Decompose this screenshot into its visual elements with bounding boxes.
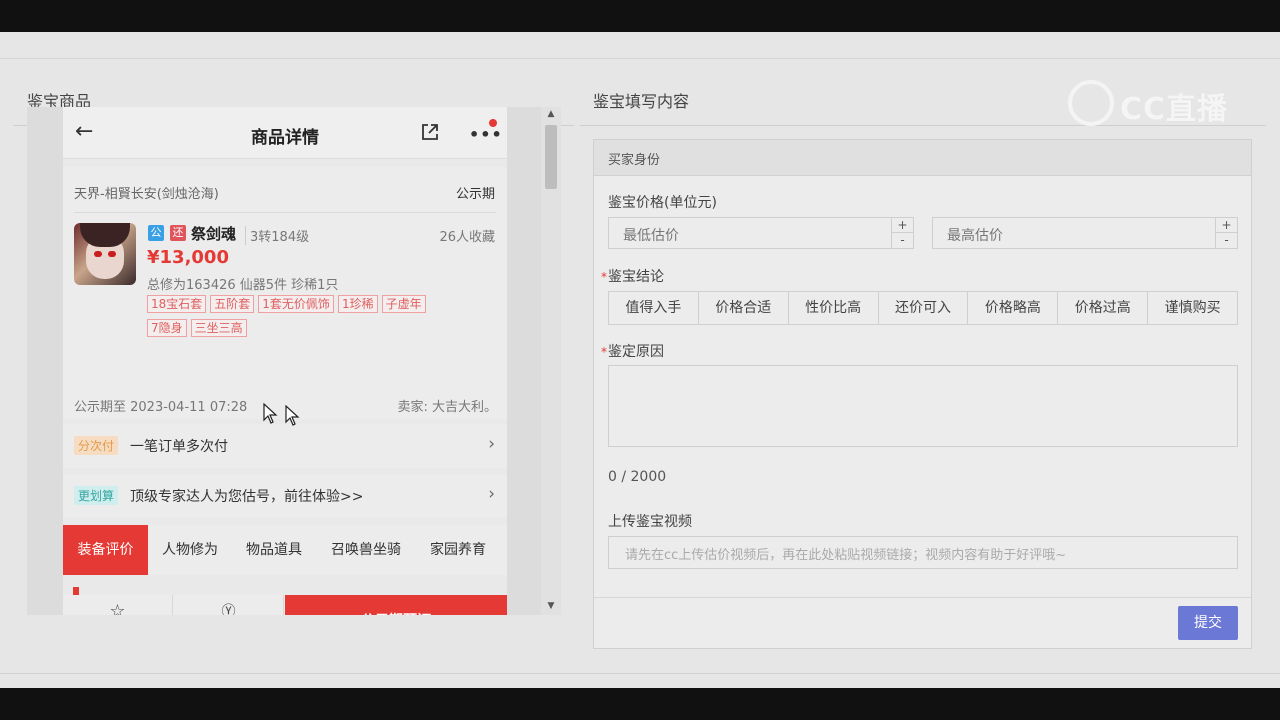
- tab-items[interactable]: 物品道具: [232, 525, 316, 575]
- increment-button[interactable]: +: [1216, 218, 1237, 233]
- bargain-button[interactable]: Ⓨ 还价: [174, 595, 284, 615]
- scroll-thumb[interactable]: [545, 125, 557, 189]
- decrement-button[interactable]: -: [892, 233, 913, 248]
- feature-tag: 三坐三高: [190, 319, 247, 337]
- video-link-input[interactable]: 请先在cc上传估价视频后，再在此处粘贴视频链接；视频内容有助于好评哦~: [608, 536, 1238, 569]
- tab-character-cultivation[interactable]: 人物修为: [148, 525, 232, 575]
- divider: [74, 212, 496, 213]
- scroll-down-icon[interactable]: ▼: [545, 601, 557, 611]
- buyer-identity-label: 买家身份: [608, 153, 661, 168]
- phone-header: ← 商品详情 •••: [63, 107, 507, 159]
- min-price-stepper: + -: [891, 218, 913, 248]
- more-icon[interactable]: •••: [469, 125, 503, 144]
- price-label: 鉴宝价格(单位元): [608, 195, 717, 211]
- divider: [0, 673, 1280, 674]
- right-section-title: 鉴宝填写内容: [593, 92, 690, 111]
- seller-name: 卖家: 大吉大利。: [397, 400, 497, 415]
- conclusion-label: *鉴宝结论: [601, 266, 664, 286]
- min-price-input[interactable]: 最低估价 + -: [608, 217, 914, 249]
- feature-tag: 7隐身: [147, 319, 187, 337]
- star-icon: ☆: [109, 601, 126, 615]
- conclusion-option-too-high[interactable]: 价格过高: [1058, 292, 1149, 324]
- deal-chip: 更划算: [74, 486, 119, 505]
- max-price-placeholder: 最高估价: [947, 228, 1003, 244]
- character-name: 祭剑魂: [191, 225, 237, 243]
- public-period-end: 公示期至 2023-04-11 07:28: [74, 400, 248, 415]
- conclusion-option-bargain-ok[interactable]: 还价可入: [879, 292, 969, 324]
- buyer-identity-header: 买家身份: [594, 140, 1251, 176]
- favorite-count: 26人收藏: [439, 230, 495, 245]
- scroll-up-icon[interactable]: ▲: [545, 109, 557, 119]
- preview-scrollbar[interactable]: ▲ ▼: [541, 107, 561, 615]
- character-counter: 0 / 2000: [608, 469, 667, 485]
- phone-screen: ← 商品详情 ••• 天界-相賢长安(剑烛沧海) 公示期 公 还 祭剑魂 3转1…: [63, 107, 507, 615]
- chevron-right-icon: ›: [488, 434, 495, 454]
- feature-tag: 18宝石套: [147, 295, 207, 313]
- top-letterbox: [0, 0, 1280, 32]
- tab-equipment-review[interactable]: 装备评价: [63, 525, 148, 575]
- cc-live-watermark: CC直播: [1068, 78, 1243, 128]
- public-badge: 公: [148, 225, 164, 241]
- installment-chip: 分次付: [74, 436, 119, 455]
- conclusion-option-good-value[interactable]: 性价比高: [789, 292, 879, 324]
- required-mark: *: [601, 270, 607, 284]
- installment-text: 一笔订单多次付: [130, 439, 228, 455]
- server-name: 天界-相賢长安(剑烛沧海): [74, 187, 219, 202]
- decrement-button[interactable]: -: [1216, 233, 1237, 248]
- divider: [594, 597, 1251, 598]
- conclusion-option-buy-cautiously[interactable]: 谨慎购买: [1148, 292, 1237, 324]
- period-status: 公示期: [455, 187, 495, 202]
- reason-label-text: 鉴定原因: [608, 344, 664, 360]
- cc-logo-icon: [1068, 80, 1114, 126]
- conclusion-option-fair-price[interactable]: 价格合适: [699, 292, 789, 324]
- watermark-text: CC直播: [1120, 92, 1229, 127]
- feature-tag: 子虚年: [381, 295, 426, 313]
- detail-tabs: 装备评价 人物修为 物品道具 召唤兽坐骑 家园养育: [63, 525, 507, 575]
- cursor-icon: [263, 403, 278, 424]
- phone-page-title: 商品详情: [251, 128, 319, 148]
- bottom-action-bar: ☆ 收藏 Ⓨ 还价 公示期预订: [63, 595, 507, 615]
- installment-row[interactable]: 分次付 一笔订单多次付 ›: [63, 424, 507, 468]
- cursor-icon: [285, 405, 300, 426]
- bottom-letterbox: [0, 688, 1280, 720]
- min-price-placeholder: 最低估价: [623, 228, 679, 244]
- conclusion-label-text: 鉴宝结论: [608, 269, 664, 285]
- feature-tags: 18宝石套 五阶套 1套无价佩饰 1珍稀 子虚年 7隐身 三坐三高: [147, 293, 497, 341]
- share-icon[interactable]: [420, 122, 440, 142]
- chevron-right-icon: ›: [488, 484, 495, 504]
- submit-button[interactable]: 提交: [1178, 606, 1238, 640]
- expert-appraisal-text: 顶级专家达人为您估号，前往体验>>: [130, 489, 364, 505]
- max-price-input[interactable]: 最高估价 + -: [932, 217, 1238, 249]
- product-card: 天界-相賢长安(剑烛沧海) 公示期 公 还 祭剑魂 3转184级 26人收藏 ¥…: [63, 167, 507, 419]
- favorite-button[interactable]: ☆ 收藏: [63, 595, 173, 615]
- conclusion-option-slightly-high[interactable]: 价格略高: [968, 292, 1059, 324]
- notification-dot: [489, 119, 497, 127]
- character-stats: 总修为163426 仙器5件 珍稀1只: [147, 278, 339, 293]
- divider: [0, 58, 1280, 59]
- feature-tag: 1珍稀: [337, 295, 378, 313]
- required-mark: *: [601, 345, 607, 359]
- character-avatar[interactable]: [74, 223, 136, 285]
- increment-button[interactable]: +: [892, 218, 913, 233]
- yuan-coin-icon: Ⓨ: [221, 604, 236, 615]
- feature-tag: 五阶套: [210, 295, 255, 313]
- video-label: 上传鉴宝视频: [608, 514, 692, 530]
- product-preview-frame: ← 商品详情 ••• 天界-相賢长安(剑烛沧海) 公示期 公 还 祭剑魂 3转1…: [27, 107, 561, 615]
- reason-label: *鉴定原因: [601, 341, 664, 361]
- character-level: 3转184级: [245, 226, 309, 245]
- max-price-stepper: + -: [1215, 218, 1237, 248]
- bargain-badge: 还: [170, 225, 186, 241]
- appraisal-form: 买家身份 鉴宝价格(单位元) 最低估价 + - 最高估价 + - *鉴宝结论 值…: [593, 139, 1252, 649]
- tab-home[interactable]: 家园养育: [416, 525, 500, 575]
- expert-appraisal-row[interactable]: 更划算 顶级专家达人为您估号，前往体验>> ›: [63, 474, 507, 518]
- reserve-button[interactable]: 公示期预订: [285, 595, 507, 615]
- tab-pets-mounts[interactable]: 召唤兽坐骑: [316, 525, 416, 575]
- video-link-placeholder: 请先在cc上传估价视频后，再在此处粘贴视频链接；视频内容有助于好评哦~: [625, 548, 1067, 563]
- conclusion-option-worth-buying[interactable]: 值得入手: [609, 292, 699, 324]
- feature-tag: 1套无价佩饰: [258, 295, 334, 313]
- product-price: ¥13,000: [147, 247, 229, 268]
- reason-textarea[interactable]: [608, 365, 1238, 447]
- conclusion-options: 值得入手 价格合适 性价比高 还价可入 价格略高 价格过高 谨慎购买: [608, 291, 1238, 325]
